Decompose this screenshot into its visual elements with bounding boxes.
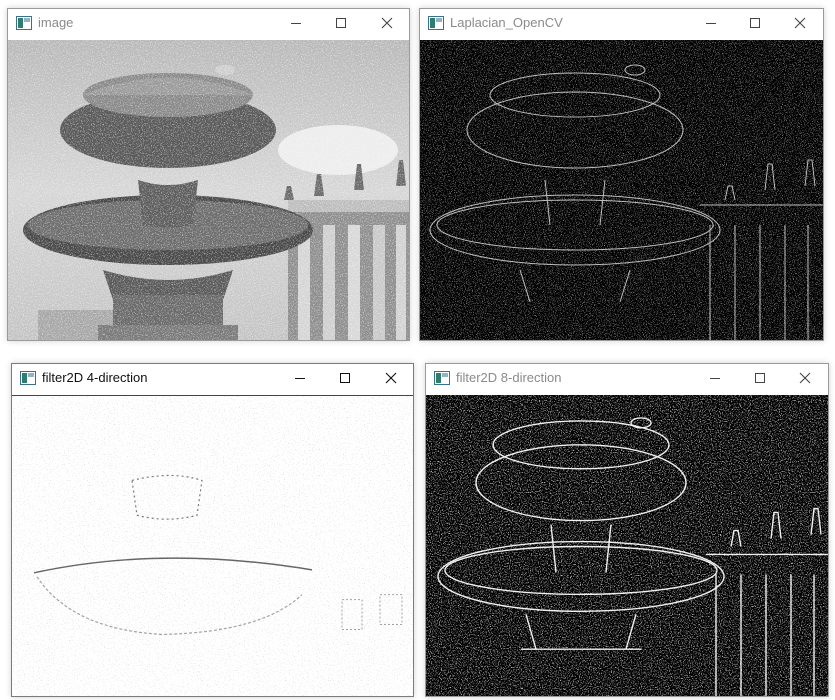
maximize-button[interactable] [733,9,777,37]
image-view [8,40,409,340]
window-title: Laplacian_OpenCV [450,15,563,30]
close-icon [381,17,393,29]
minimize-icon [290,17,302,29]
window-title: filter2D 8-direction [456,370,562,385]
window-laplacian-opencv[interactable]: Laplacian_OpenCV [419,8,824,341]
laplacian-edge-image [420,40,823,340]
minimize-icon [705,17,717,29]
minimize-icon [709,372,721,384]
title-bar[interactable]: image [8,9,409,37]
title-bar[interactable]: filter2D 4-direction [12,364,413,392]
maximize-icon [754,372,766,384]
minimize-button[interactable] [278,364,322,392]
maximize-button[interactable] [319,9,363,37]
opencv-window-icon [16,16,32,30]
close-button[interactable] [783,364,827,392]
minimize-icon [294,372,306,384]
minimize-button[interactable] [274,9,318,37]
maximize-icon [335,17,347,29]
window-image[interactable]: image [7,8,410,341]
close-icon [385,372,397,384]
fountain-photo [8,40,409,340]
minimize-button[interactable] [689,9,733,37]
image-view [420,40,823,340]
window-title: filter2D 4-direction [42,370,148,385]
opencv-window-icon [20,371,36,385]
window-filter2d-8-direction[interactable]: filter2D 8-direction [425,363,829,697]
maximize-button[interactable] [738,364,782,392]
image-view [12,395,413,696]
opencv-window-icon [434,371,450,385]
title-bar[interactable]: Laplacian_OpenCV [420,9,823,37]
opencv-window-icon [428,16,444,30]
close-button[interactable] [778,9,822,37]
close-icon [799,372,811,384]
image-view [426,395,828,696]
close-button[interactable] [365,9,409,37]
maximize-icon [749,17,761,29]
minimize-button[interactable] [693,364,737,392]
window-title: image [38,15,74,30]
close-icon [794,17,806,29]
window-filter2d-4-direction[interactable]: filter2D 4-direction [11,363,414,697]
filter2d-8-direction-image [426,395,828,696]
maximize-icon [339,372,351,384]
filter2d-4-direction-image [12,396,413,696]
title-bar[interactable]: filter2D 8-direction [426,364,828,392]
close-button[interactable] [369,364,413,392]
maximize-button[interactable] [323,364,367,392]
